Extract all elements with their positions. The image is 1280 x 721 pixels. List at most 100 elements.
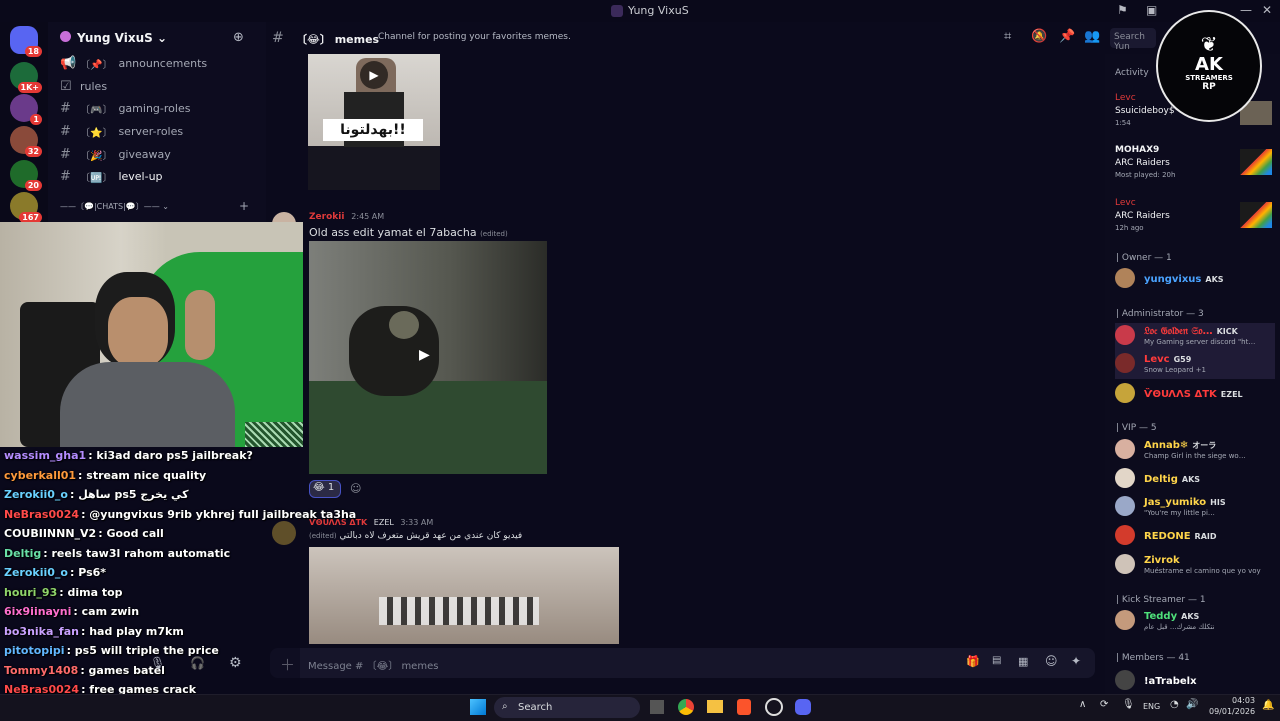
avatar — [1115, 383, 1135, 403]
member-row[interactable]: Levc G59 Snow Leopard +1 — [1115, 351, 1275, 379]
server-icon[interactable]: 1 — [10, 94, 42, 125]
chat-username[interactable]: Zerokii0_o — [4, 488, 68, 501]
member-row[interactable]: Deltig AKS — [1115, 466, 1275, 494]
settings-icon[interactable]: ⚙ — [229, 655, 242, 671]
message-input[interactable]: Message # 〔😂〕 memes — [308, 657, 438, 672]
chat-username[interactable]: COUBIINNN_V2 — [4, 527, 96, 540]
notification-badge: 1 — [30, 114, 42, 125]
video-attachment[interactable]: ▶ بهدلتونا!! — [308, 54, 440, 190]
start-icon[interactable] — [470, 699, 486, 715]
chat-line: 6ix9iinayni: cam zwin — [4, 605, 139, 618]
home-button[interactable]: 18 — [10, 26, 42, 57]
chat-username[interactable]: Deltig — [4, 547, 41, 560]
gif-icon[interactable]: ▤ — [992, 655, 1001, 666]
megaphone-icon: 📢 — [60, 55, 77, 71]
members-icon[interactable]: 👥 — [1084, 29, 1100, 44]
chat-username[interactable]: NeBras0024 — [4, 508, 79, 521]
brave-icon[interactable] — [737, 699, 751, 715]
member-row[interactable]: Jas_yumiko HIS "You're my little pi… — [1115, 494, 1275, 522]
discord-icon[interactable] — [795, 699, 811, 715]
chat-text: : ki3ad daro ps5 jailbreak? — [88, 449, 253, 462]
mute-icon[interactable]: 🔕 — [1031, 29, 1047, 44]
play-icon[interactable]: ▶ — [419, 347, 439, 367]
role-tag: オーラ — [1192, 441, 1217, 450]
channel-gaming-roles[interactable]: # 〔🎮〕 gaming-roles — [60, 99, 260, 117]
role-tag: G59 — [1173, 355, 1192, 364]
message-text: (edited) فيديو كان عندي من عهد قريش متعر… — [309, 531, 523, 541]
pin-icon[interactable]: 📌 — [1059, 29, 1075, 44]
chat-username[interactable]: cyberkall01 — [4, 469, 76, 482]
server-icon[interactable]: 32 — [10, 126, 42, 157]
minimize-button[interactable]: — — [1240, 3, 1252, 17]
notification-icon[interactable]: 🔔 — [1262, 700, 1274, 711]
server-name[interactable]: Yung VixuS ⌄ — [77, 31, 167, 45]
channel-giveaway[interactable]: # 〔🎉〕 giveaway — [60, 145, 260, 163]
threads-icon[interactable]: ⌗ — [1004, 29, 1011, 44]
channel-server-roles[interactable]: # 〔⭐〕 server-roles — [60, 122, 260, 140]
chat-username[interactable]: wassim_gha1 — [4, 449, 86, 462]
video-attachment[interactable] — [309, 547, 619, 644]
emoji-icon[interactable]: ☺ — [1045, 654, 1058, 668]
activity-card[interactable]: MOHAX9 ARC Raiders Most played: 20h — [1115, 145, 1275, 185]
taskbar-search[interactable]: Search — [494, 697, 640, 718]
chat-username[interactable]: pitotopipi — [4, 644, 65, 657]
server-icon[interactable]: 20 — [10, 160, 42, 191]
member-row[interactable]: 𝔏𝔬𝔠 𝔊𝔬𝔩𝔡𝔢𝔫 𝔖𝔬… KICK My Gaming server disco… — [1115, 323, 1275, 351]
role-tag: EZEL — [1220, 390, 1243, 399]
chrome-icon[interactable] — [678, 699, 694, 715]
chat-line: bo3nika_fan: had play m7km — [4, 625, 184, 638]
chat-username[interactable]: Zerokii0_o — [4, 566, 68, 579]
task-view-icon[interactable] — [650, 700, 664, 714]
chat-username[interactable]: Tommy1408 — [4, 664, 78, 677]
chat-line: wassim_gha1: ki3ad daro ps5 jailbreak? — [4, 449, 253, 462]
member-row[interactable]: !aTrabelx — [1115, 668, 1275, 696]
channel-announcements[interactable]: 📢 〔📌〕 announcements — [60, 54, 260, 72]
chat-username[interactable]: 6ix9iinayni — [4, 605, 71, 618]
chat-line: Zerokii0_o: Ps6* — [4, 566, 106, 579]
category-chats[interactable]: ——〔💬|CHATS|💬〕—— ⌄ — [60, 201, 169, 212]
screen-icon[interactable]: ▣ — [1146, 3, 1157, 17]
add-channel-icon[interactable]: + — [239, 199, 249, 213]
apps-icon[interactable]: ✦ — [1071, 654, 1081, 668]
message-author[interactable]: Zerokii — [309, 212, 344, 222]
member-row[interactable]: Teddy AKS نتكلك مشرك... قبل عام — [1115, 608, 1275, 636]
server-icon[interactable]: 1K+ — [10, 62, 42, 93]
close-button[interactable]: ✕ — [1262, 3, 1272, 17]
headphones-icon[interactable]: 🎧 — [190, 656, 205, 670]
video-attachment[interactable]: ▶ — [309, 241, 547, 474]
microphone-icon[interactable]: 🎙 — [150, 656, 165, 670]
add-reaction-icon[interactable]: ☺ — [350, 482, 361, 495]
video-caption: بهدلتونا!! — [323, 119, 423, 141]
member-row[interactable]: REDONE RAID — [1115, 523, 1275, 551]
channel-level-up[interactable]: # 〔🆙〕 level-up — [60, 167, 260, 185]
activity-card[interactable]: Levc ARC Raiders 12h ago — [1115, 198, 1275, 238]
network-icon[interactable]: ⟳ — [1100, 699, 1108, 710]
chat-username[interactable]: houri_93 — [4, 586, 57, 599]
chevron-up-icon[interactable]: ∧ — [1079, 699, 1086, 710]
member-row[interactable]: Annab❄ オーラ Champ Girl in the siege wo… — [1115, 437, 1275, 465]
file-explorer-icon[interactable] — [707, 700, 723, 713]
message-composer: ＋ Message # 〔😂〕 memes 🎁 ▤ ▦ ☺ ✦ — [270, 648, 1095, 678]
clock-time[interactable]: 04:03 — [1232, 696, 1255, 705]
wifi-icon[interactable]: ◔ — [1170, 699, 1179, 710]
search-input[interactable]: Search Yun — [1110, 28, 1156, 52]
chat-username[interactable]: bo3nika_fan — [4, 625, 79, 638]
clock-date[interactable]: 09/01/2026 — [1209, 707, 1255, 716]
play-icon[interactable]: ▶ — [360, 61, 388, 89]
language-indicator[interactable]: ENG — [1143, 702, 1160, 711]
member-row[interactable]: ѶΘՍΛΛЅ ΔΤΚ EZEL — [1115, 381, 1275, 409]
member-row[interactable]: yungvixus AKS — [1115, 266, 1275, 294]
reaction-button[interactable]: 😂 1 — [309, 480, 341, 498]
member-name: ѶΘՍΛΛЅ ΔΤΚ EZEL — [1144, 389, 1243, 400]
member-row[interactable]: Zivrok Muéstrame el camino que yo voy — [1115, 552, 1275, 580]
mic-tray-icon[interactable]: 🎙 — [1122, 699, 1135, 710]
chat-line: COUBIINNN_V2: Good call — [4, 527, 164, 540]
server-icon[interactable]: 167 — [10, 192, 42, 223]
volume-icon[interactable]: 🔊 — [1186, 699, 1198, 710]
channel-rules[interactable]: ☑ rules — [60, 77, 260, 95]
inbox-icon[interactable]: ⚑ — [1117, 3, 1128, 17]
gift-icon[interactable]: 🎁 — [966, 655, 980, 668]
sticker-icon[interactable]: ▦ — [1018, 655, 1028, 668]
obs-icon[interactable] — [765, 698, 783, 716]
invite-icon[interactable]: ⊕ — [233, 30, 244, 45]
